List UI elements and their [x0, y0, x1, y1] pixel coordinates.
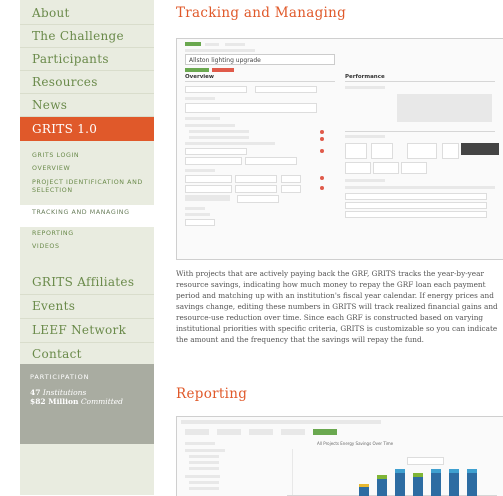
nav-contact[interactable]: Contact	[20, 343, 154, 366]
committed-amount: $82 Million	[30, 397, 79, 406]
nav-grits-active[interactable]: GRITS 1.0	[20, 117, 154, 141]
sidebar-top-nav: About The Challenge Participants Resourc…	[20, 0, 154, 117]
participation-title: PARTICIPATION	[30, 373, 90, 381]
tracking-screenshot: Allston lighting upgrade Overview Perfor…	[176, 38, 503, 260]
participation-box: PARTICIPATION 47 Institutions $82 Millio…	[20, 364, 154, 444]
section-title-reporting: Reporting	[176, 386, 248, 402]
nav-leef-network[interactable]: LEEF Network	[20, 319, 154, 343]
participation-institutions: 47 Institutions	[20, 388, 154, 397]
subnav-videos[interactable]: VIDEOS	[20, 240, 154, 253]
institutions-count: 47	[30, 388, 41, 397]
subnav-reporting[interactable]: REPORTING	[20, 227, 154, 240]
nav-about[interactable]: About	[20, 2, 154, 25]
subnav-project-identification[interactable]: PROJECT IDENTIFICATION AND SELECTION	[20, 175, 154, 205]
committed-label: Committed	[80, 397, 123, 406]
nav-resources[interactable]: Resources	[20, 71, 154, 94]
nav-participants[interactable]: Participants	[20, 48, 154, 71]
nav-news[interactable]: News	[20, 94, 154, 117]
reporting-chart-title: All Projects Energy Savings Over Time	[317, 441, 394, 446]
screenshot-performance-header: Performance	[345, 74, 385, 80]
screenshot-project-name: Allston lighting upgrade	[185, 54, 335, 65]
screenshot-tab-active	[185, 42, 201, 46]
subnav-overview[interactable]: OVERVIEW	[20, 162, 154, 175]
screenshot-overview-header: Overview	[185, 74, 214, 80]
section-title-tracking: Tracking and Managing	[176, 5, 347, 21]
tracking-paragraph: With projects that are actively paying b…	[176, 269, 498, 344]
participation-committed: $82 Million Committed	[20, 397, 154, 406]
reporting-screenshot: All Projects Energy Savings Over Time	[176, 416, 503, 496]
institutions-label: Institutions	[42, 388, 87, 397]
nav-grits-affiliates[interactable]: GRITS Affiliates	[20, 271, 154, 295]
subnav-grits-login[interactable]: GRITS LOGIN	[20, 149, 154, 162]
subnav-tracking-and-managing[interactable]: TRACKING AND MANAGING	[20, 205, 154, 227]
sidebar-subnav: GRITS LOGIN OVERVIEW PROJECT IDENTIFICAT…	[20, 141, 154, 253]
nav-events[interactable]: Events	[20, 295, 154, 319]
sidebar-bottom-nav: GRITS Affiliates Events LEEF Network Con…	[20, 271, 154, 366]
sidebar: About The Challenge Participants Resourc…	[20, 0, 154, 495]
nav-the-challenge[interactable]: The Challenge	[20, 25, 154, 48]
